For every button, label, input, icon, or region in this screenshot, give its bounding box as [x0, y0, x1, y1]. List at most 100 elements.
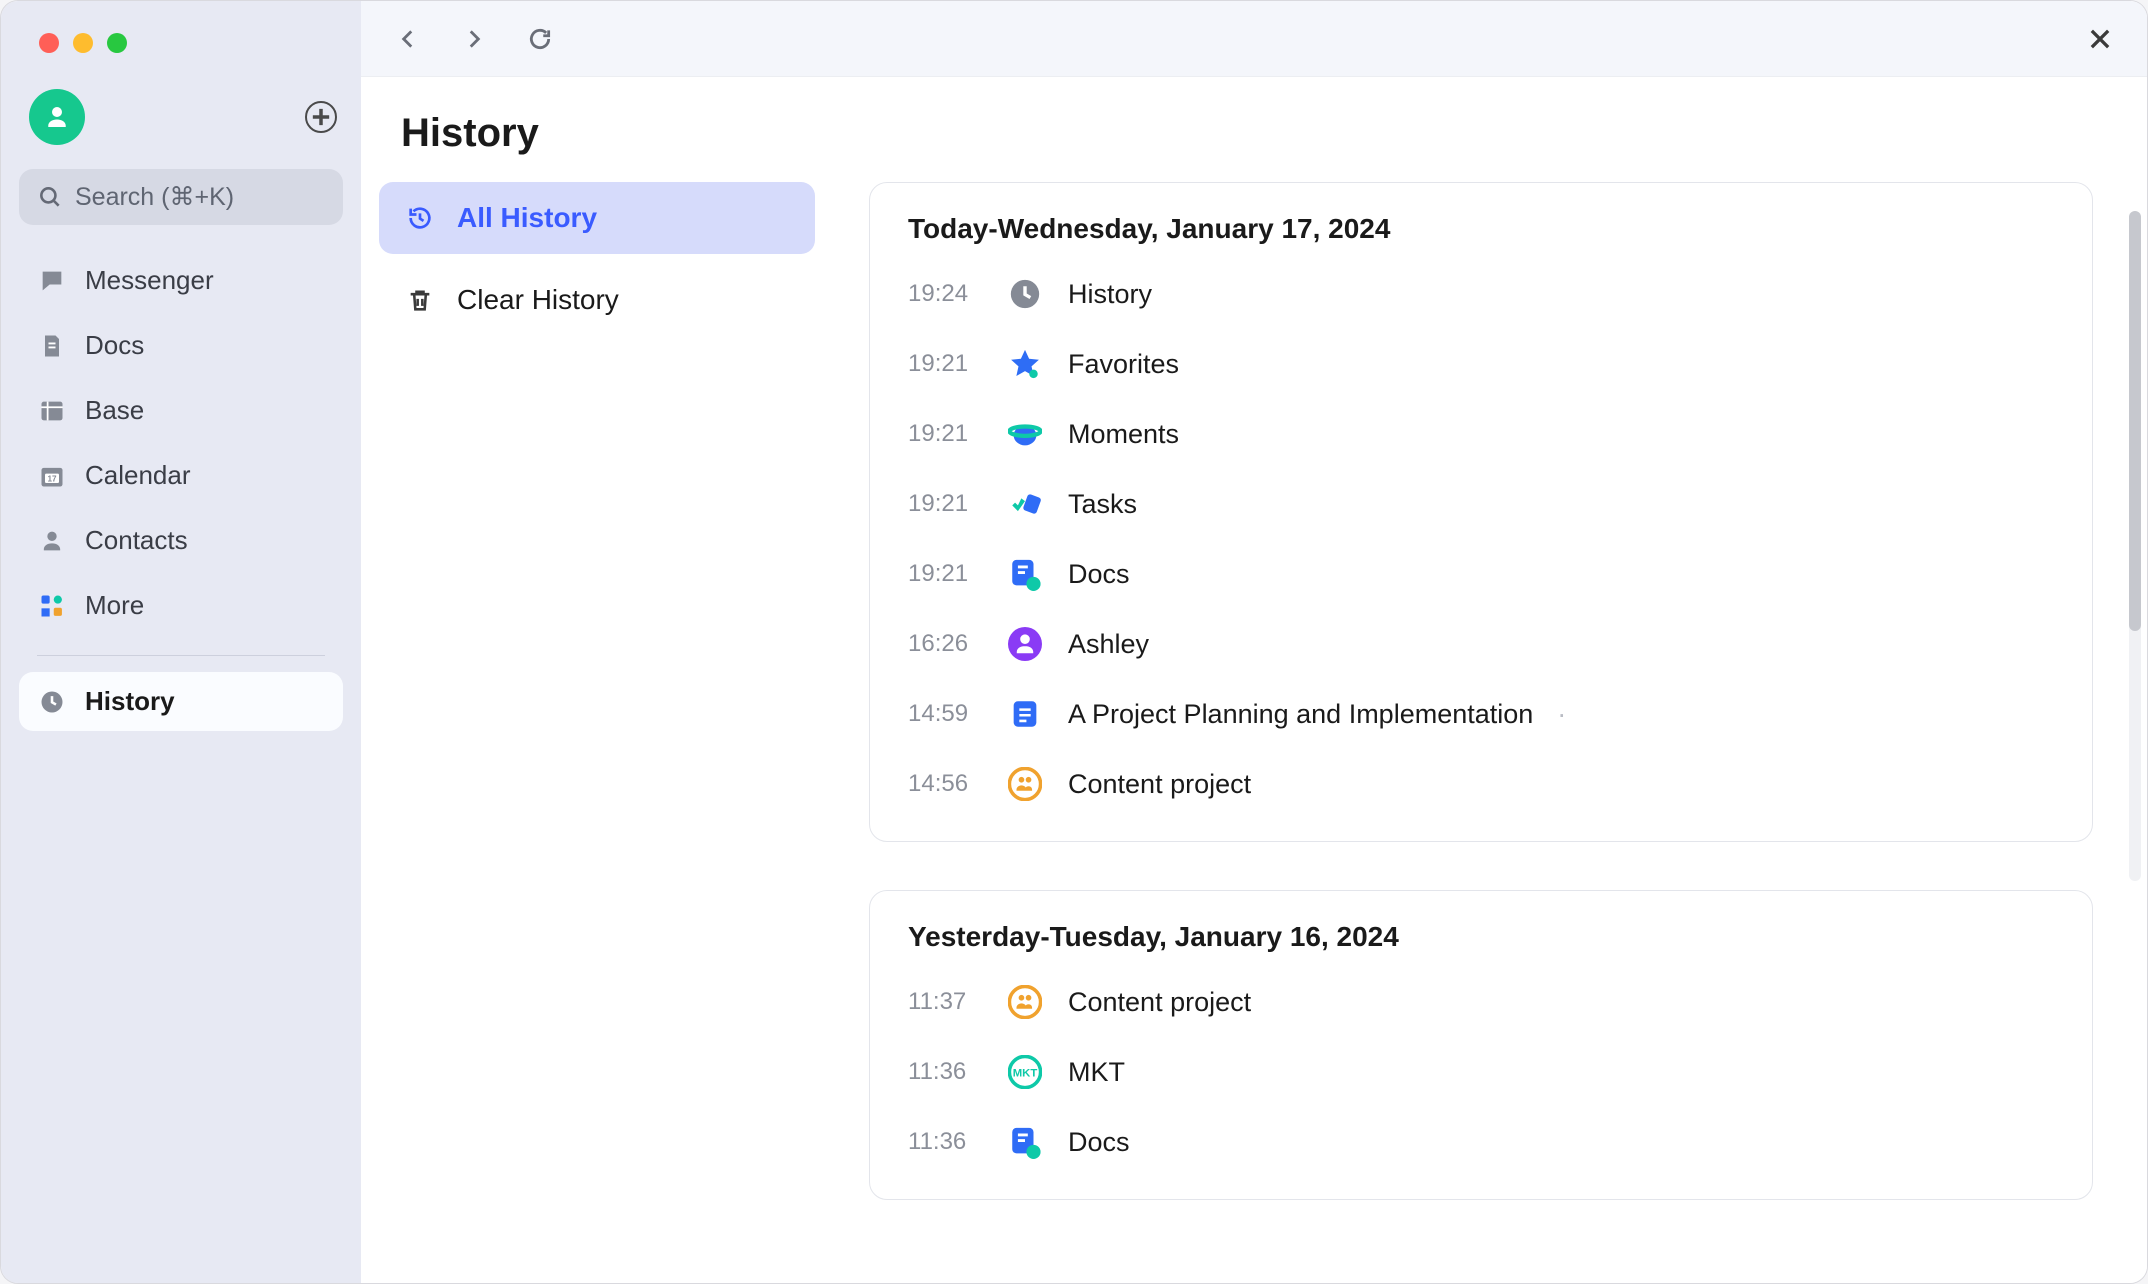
history-row[interactable]: 19:21 Tasks: [908, 469, 2054, 539]
sidebar-item-calendar[interactable]: 17 Calendar: [19, 446, 343, 505]
history-label: MKT: [1068, 1057, 1125, 1088]
trash-icon: [405, 285, 435, 315]
clock-icon: [1006, 275, 1044, 313]
history-time: 19:21: [908, 560, 982, 588]
history-row[interactable]: 19:24 History: [908, 259, 2054, 329]
nav-divider: [37, 655, 325, 656]
star-icon: [1006, 345, 1044, 383]
sidebar-item-docs[interactable]: Docs: [19, 316, 343, 375]
history-row[interactable]: 14:56 Content project: [908, 749, 2054, 819]
docs-icon: [37, 331, 67, 361]
history-filters: All History Clear History: [373, 182, 815, 1283]
history-label: Favorites: [1068, 349, 1179, 380]
search-input[interactable]: Search (⌘+K): [19, 169, 343, 225]
filter-clear-history[interactable]: Clear History: [379, 264, 815, 336]
sidebar-item-history[interactable]: History: [19, 672, 343, 731]
refresh-button[interactable]: [521, 20, 559, 58]
history-time: 11:37: [908, 988, 982, 1016]
chevron-right-icon: [461, 26, 487, 52]
search-icon: [37, 184, 63, 210]
history-row[interactable]: 19:21 Moments: [908, 399, 2054, 469]
app-window: Search (⌘+K) Messenger Docs Base: [0, 0, 2148, 1284]
history-label: Tasks: [1068, 489, 1137, 520]
plus-icon: [307, 103, 335, 131]
window-maximize-button[interactable]: [107, 33, 127, 53]
nav-list: Messenger Docs Base 17 Calendar: [19, 245, 343, 731]
scrollbar[interactable]: [2129, 211, 2141, 881]
window-close-button[interactable]: [39, 33, 59, 53]
history-time: 11:36: [908, 1058, 982, 1086]
main: History All History Clear History: [361, 77, 2147, 1283]
history-group-title: Today-Wednesday, January 17, 2024: [908, 213, 2054, 245]
history-row[interactable]: 11:36 MKT MKT: [908, 1037, 2054, 1107]
history-label: Content project: [1068, 769, 1251, 800]
sidebar-item-contacts[interactable]: Contacts: [19, 511, 343, 570]
nav-forward-button[interactable]: [455, 20, 493, 58]
profile-avatar[interactable]: [29, 89, 85, 145]
history-row[interactable]: 11:36 Docs: [908, 1107, 2054, 1177]
sidebar-item-label: History: [85, 686, 175, 717]
messenger-icon: [37, 266, 67, 296]
contacts-icon: [37, 526, 67, 556]
person-icon: [42, 102, 72, 132]
scrollbar-thumb[interactable]: [2129, 211, 2141, 631]
history-group-title: Yesterday-Tuesday, January 16, 2024: [908, 921, 2054, 953]
refresh-icon: [527, 26, 553, 52]
history-row[interactable]: 19:21 Favorites: [908, 329, 2054, 399]
docs-app-icon: [1006, 555, 1044, 593]
history-row[interactable]: 16:26 Ashley: [908, 609, 2054, 679]
filter-label: All History: [457, 202, 597, 234]
history-time: 19:24: [908, 280, 982, 308]
history-group: Yesterday-Tuesday, January 16, 2024 11:3…: [869, 890, 2093, 1200]
toolbar: [361, 1, 2147, 77]
sidebar-item-base[interactable]: Base: [19, 381, 343, 440]
history-label: Moments: [1068, 419, 1179, 450]
close-page-button[interactable]: [2081, 20, 2119, 58]
history-time: 19:21: [908, 490, 982, 518]
history-time: 16:26: [908, 630, 982, 658]
sidebar-item-label: Contacts: [85, 525, 188, 556]
clock-icon: [37, 687, 67, 717]
history-time: 14:59: [908, 700, 982, 728]
add-button[interactable]: [305, 101, 337, 133]
sidebar-item-label: Base: [85, 395, 144, 426]
base-icon: [37, 396, 67, 426]
filter-all-history[interactable]: All History: [379, 182, 815, 254]
sidebar-item-more[interactable]: More: [19, 576, 343, 635]
tasks-icon: [1006, 485, 1044, 523]
history-time: 11:36: [908, 1128, 982, 1156]
close-icon: [2086, 25, 2114, 53]
planet-icon: [1006, 415, 1044, 453]
content-area: History All History Clear History: [361, 1, 2147, 1283]
history-row[interactable]: 14:59 A Project Planning and Implementat…: [908, 679, 2054, 749]
svg-text:17: 17: [47, 474, 57, 483]
group-icon: [1006, 983, 1044, 1021]
history-row[interactable]: 19:21 Docs: [908, 539, 2054, 609]
chevron-left-icon: [395, 26, 421, 52]
history-label: A Project Planning and Implementation: [1068, 699, 1533, 730]
nav-back-button[interactable]: [389, 20, 427, 58]
sidebar-item-messenger[interactable]: Messenger: [19, 251, 343, 310]
sidebar-item-label: Messenger: [85, 265, 214, 296]
mkt-badge-icon: MKT: [1006, 1053, 1044, 1091]
calendar-icon: 17: [37, 461, 67, 491]
history-label: History: [1068, 279, 1152, 310]
sidebar-item-label: More: [85, 590, 144, 621]
history-icon: [405, 203, 435, 233]
page-title: History: [361, 77, 2147, 182]
history-time: 19:21: [908, 420, 982, 448]
avatar-icon: [1006, 625, 1044, 663]
docs-app-icon: [1006, 1123, 1044, 1161]
history-list[interactable]: Today-Wednesday, January 17, 2024 19:24 …: [869, 182, 2107, 1283]
history-label: Content project: [1068, 987, 1251, 1018]
sidebar-item-label: Docs: [85, 330, 144, 361]
group-icon: [1006, 765, 1044, 803]
history-row[interactable]: 11:37 Content project: [908, 967, 2054, 1037]
history-label: Ashley: [1068, 629, 1149, 660]
history-time: 19:21: [908, 350, 982, 378]
window-controls: [19, 1, 343, 79]
window-minimize-button[interactable]: [73, 33, 93, 53]
history-group: Today-Wednesday, January 17, 2024 19:24 …: [869, 182, 2093, 842]
history-label-extra: ·: [1557, 699, 1566, 730]
history-label: Docs: [1068, 559, 1130, 590]
